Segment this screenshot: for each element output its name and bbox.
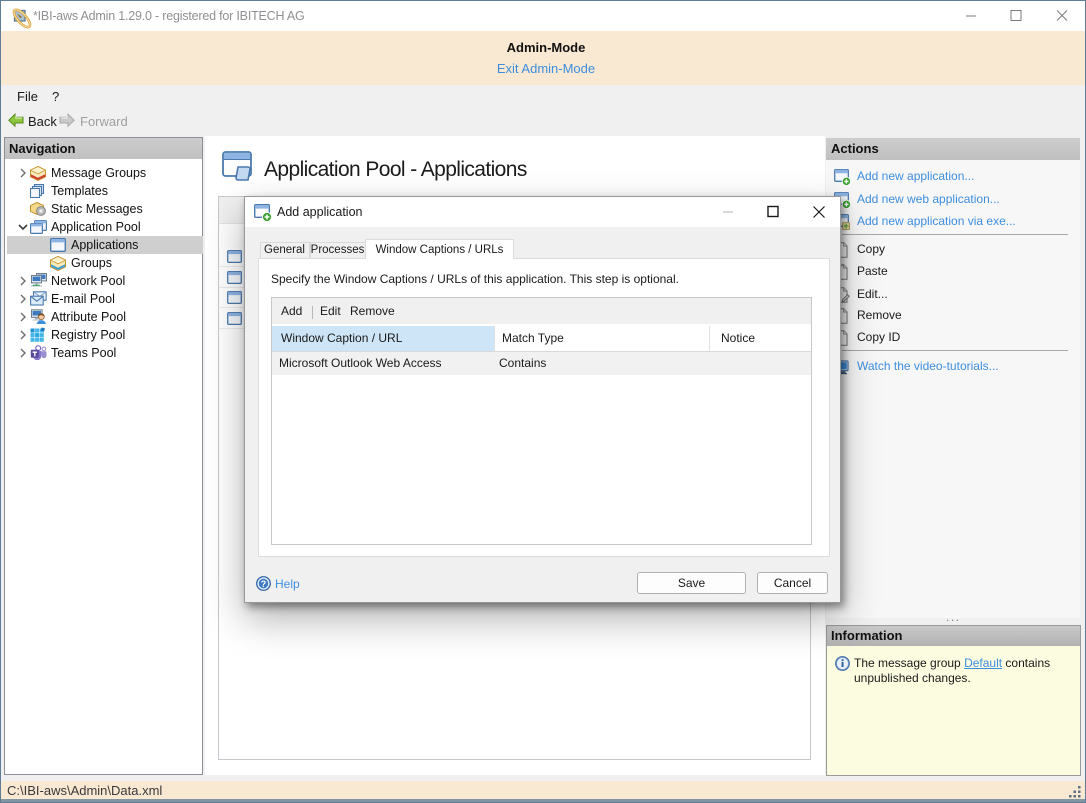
svg-text:?: ? [261,579,267,589]
